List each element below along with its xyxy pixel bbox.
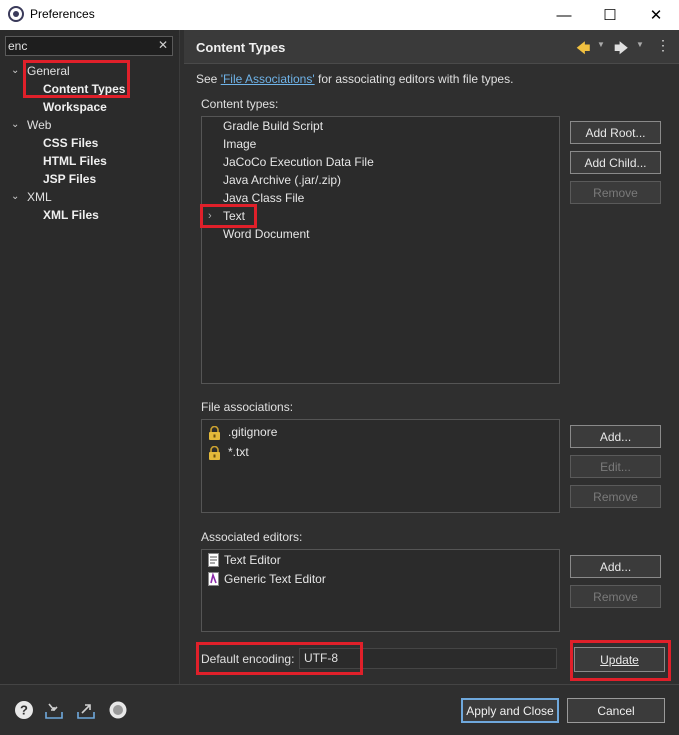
hint-suffix: for associating editors with file types. [314, 72, 514, 86]
lock-icon [209, 446, 220, 460]
default-encoding-field[interactable]: UTF-8 [299, 648, 557, 669]
remove-content-type-button[interactable]: Remove [570, 181, 661, 204]
svg-text:?: ? [20, 703, 28, 718]
forward-dropdown-icon[interactable]: ▼ [636, 40, 644, 49]
edit-file-association-button[interactable]: Edit... [570, 455, 661, 478]
apply-and-close-button[interactable]: Apply and Close [461, 698, 559, 723]
tree-item-css-files[interactable]: CSS Files [43, 134, 98, 152]
tree-item-workspace[interactable]: Workspace [43, 98, 107, 116]
tree-item-jsp-files[interactable]: JSP Files [43, 170, 96, 188]
record-icon[interactable] [108, 700, 128, 720]
generic-editor-icon [208, 572, 219, 586]
update-button-label: Update [600, 652, 639, 667]
page-title: Content Types [196, 40, 286, 55]
eclipse-app-icon [8, 6, 24, 22]
associated-editors-label: Associated editors: [201, 530, 303, 544]
tree-item-html-files[interactable]: HTML Files [43, 152, 107, 170]
tree-item-general[interactable]: ⌄ General [0, 62, 180, 80]
expand-chevron-icon[interactable]: › [208, 207, 212, 225]
tree-item-label: JSP Files [43, 172, 97, 186]
list-item[interactable]: JaCoCo Execution Data File [223, 153, 374, 171]
default-encoding-label: Default encoding: [201, 652, 295, 666]
tree-item-label: HTML Files [43, 154, 107, 168]
file-associations-list[interactable]: .gitignore *.txt [201, 419, 560, 513]
expand-chevron-icon[interactable]: ⌄ [11, 116, 23, 134]
tree-item-xml[interactable]: ⌄ XML [0, 188, 180, 206]
minimize-button[interactable]: — [541, 0, 587, 30]
file-association-label: *.txt [228, 445, 249, 459]
add-child-button[interactable]: Add Child... [570, 151, 661, 174]
filter-field[interactable]: ✕ [5, 36, 173, 56]
window-title: Preferences [30, 7, 95, 21]
page-header: Content Types 🡄 ▼ 🡆 ▼ ⋮ [184, 30, 679, 64]
add-file-association-button[interactable]: Add... [570, 425, 661, 448]
close-button[interactable]: ✕ [633, 0, 679, 30]
file-associations-hint: See 'File Associations' for associating … [196, 72, 513, 86]
list-item[interactable]: .gitignore [202, 423, 559, 443]
remove-editor-button[interactable]: Remove [570, 585, 661, 608]
tree-item-web[interactable]: ⌄ Web [0, 116, 180, 134]
content-types-label: Content types: [201, 97, 279, 111]
clear-filter-icon[interactable]: ✕ [158, 38, 168, 52]
view-menu-icon[interactable]: ⋮ [656, 37, 670, 54]
title-bar: Preferences — ☐ ✕ [0, 0, 679, 30]
text-editor-icon [208, 553, 219, 567]
list-item[interactable]: Gradle Build Script [223, 117, 323, 135]
remove-file-association-button[interactable]: Remove [570, 485, 661, 508]
tree-item-label: General [27, 64, 70, 78]
list-item[interactable]: *.txt [202, 443, 559, 463]
content-types-page: Content Types 🡄 ▼ 🡆 ▼ ⋮ See 'File Associ… [184, 30, 679, 684]
list-item[interactable]: Word Document [223, 225, 309, 243]
tree-item-label: Web [27, 118, 52, 132]
cancel-button[interactable]: Cancel [567, 698, 665, 723]
expand-chevron-icon[interactable]: ⌄ [11, 188, 23, 206]
preference-tree-panel: ✕ ⌄ General Content Types Workspace ⌄ We… [0, 30, 180, 684]
forward-arrow-icon[interactable]: 🡆 [614, 38, 628, 62]
back-arrow-icon[interactable]: 🡄 [576, 38, 590, 62]
file-association-label: .gitignore [228, 425, 278, 439]
hint-prefix: See [196, 72, 221, 86]
tree-item-label: Content Types [43, 82, 126, 96]
content-types-tree[interactable]: Gradle Build Script Image JaCoCo Executi… [201, 116, 560, 384]
tree-item-xml-files[interactable]: XML Files [43, 206, 99, 224]
dialog-button-bar: ? Apply and Close Cancel [0, 684, 679, 735]
help-icon[interactable]: ? [14, 700, 34, 720]
tree-item-label: XML Files [43, 208, 99, 222]
editor-label: Generic Text Editor [224, 572, 326, 586]
tree-item-label: XML [27, 190, 52, 204]
list-item[interactable]: Text [223, 207, 245, 225]
list-item[interactable]: Generic Text Editor [202, 570, 559, 588]
import-icon[interactable] [44, 700, 64, 720]
maximize-button[interactable]: ☐ [587, 0, 633, 30]
expand-chevron-icon[interactable]: ⌄ [11, 62, 23, 80]
list-item[interactable]: Java Class File [223, 189, 304, 207]
add-editor-button[interactable]: Add... [570, 555, 661, 578]
tree-item-content-types[interactable]: Content Types [43, 80, 125, 98]
lock-icon [209, 426, 220, 440]
update-button[interactable]: Update [574, 647, 665, 672]
tree-item-label: CSS Files [43, 136, 99, 150]
filter-input[interactable] [8, 38, 148, 54]
list-item[interactable]: Text Editor [202, 551, 559, 569]
list-item[interactable]: Image [223, 135, 256, 153]
list-item[interactable]: Java Archive (.jar/.zip) [223, 171, 341, 189]
add-root-button[interactable]: Add Root... [570, 121, 661, 144]
export-icon[interactable] [76, 700, 96, 720]
file-associations-label: File associations: [201, 400, 294, 414]
tree-item-label: Workspace [43, 100, 107, 114]
editor-label: Text Editor [224, 553, 281, 567]
file-associations-link[interactable]: 'File Associations' [221, 72, 315, 86]
associated-editors-list[interactable]: Text Editor Generic Text Editor [201, 549, 560, 632]
back-dropdown-icon[interactable]: ▼ [597, 40, 605, 49]
